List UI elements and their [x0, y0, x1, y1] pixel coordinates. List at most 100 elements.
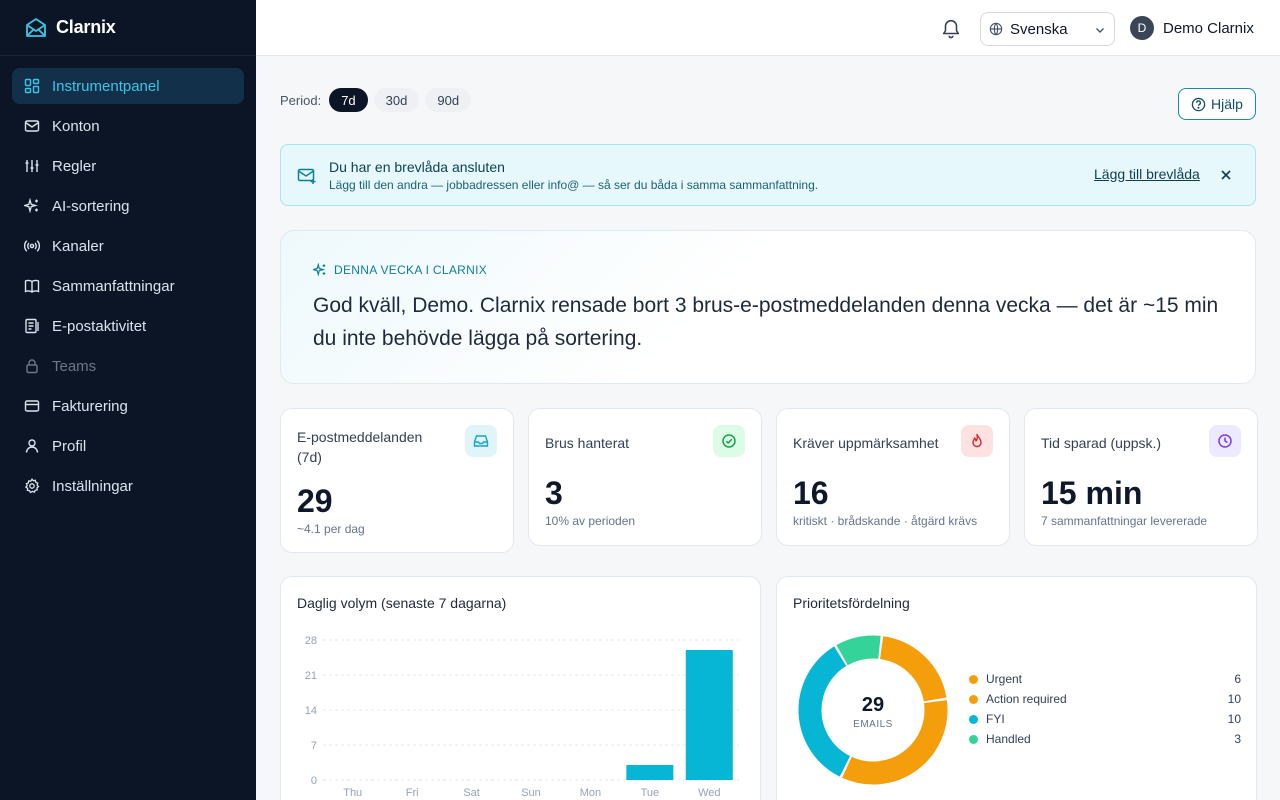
weekly-summary-message: God kväll, Demo. Clarnix rensade bort 3 …: [313, 294, 1219, 350]
sidebar-item-sammanfattningar[interactable]: Sammanfattningar: [12, 268, 244, 304]
y-tick-label: 21: [305, 670, 317, 682]
legend-dot: [969, 734, 978, 744]
credit-card-icon: [24, 398, 40, 414]
sidebar-item-kanaler[interactable]: Kanaler: [12, 228, 244, 264]
sidebar-item-installningar[interactable]: Inställningar: [12, 468, 244, 504]
chevron-down-icon: [1096, 28, 1104, 33]
legend-item-handled: Handled 3: [969, 729, 1241, 749]
sidebar-item-label: Instrumentpanel: [52, 77, 160, 95]
weekly-summary-eyebrow: DENNA VECKA I CLARNIX: [313, 263, 487, 277]
donut-center-value: 29: [862, 694, 884, 716]
topbar: Svenska D Demo Clarnix: [256, 0, 1280, 56]
stat-value: 16: [793, 475, 829, 511]
stat-card-attention: Kräver uppmärksamhet 16 kritiskt · bråds…: [776, 408, 1010, 546]
stat-card-emails: E-postmeddelanden (7d) 29 ~4.1 per dag: [280, 408, 514, 553]
lock-icon: [24, 358, 40, 374]
sidebar-item-label: AI-sortering: [52, 197, 130, 215]
brand[interactable]: Clarnix: [0, 0, 256, 56]
stat-title: E-postmeddelanden (7d): [297, 429, 423, 465]
period-option-7d[interactable]: 7d: [329, 88, 368, 112]
sidebar-item-label: Fakturering: [52, 397, 128, 415]
legend-dot: [969, 694, 978, 704]
legend-label: FYI: [986, 712, 1005, 726]
avatar: D: [1130, 16, 1154, 40]
eyebrow-text: DENNA VECKA I CLARNIX: [334, 263, 488, 277]
banner-text: Lägg till den andra — jobbadressen eller…: [329, 178, 819, 192]
y-tick-label: 0: [311, 775, 317, 787]
donut-center-label: EMAILS: [853, 719, 893, 730]
legend-label: Urgent: [986, 672, 1023, 686]
x-tick-label: Sat: [463, 787, 480, 799]
y-tick-label: 14: [305, 705, 317, 717]
sidebar-item-label: Sammanfattningar: [52, 277, 175, 295]
legend-count: 6: [1234, 672, 1241, 686]
stat-value: 29: [297, 483, 333, 519]
x-tick-label: Fri: [406, 787, 419, 799]
daily-volume-card: Daglig volym (senaste 7 dagarna) 0 7 14 21 2…: [280, 576, 761, 800]
sidebar-item-konton[interactable]: Konton: [12, 108, 244, 144]
stat-card-time-saved: Tid sparad (uppsk.) 15 min 7 sammanfattn…: [1024, 408, 1258, 546]
sidebar-item-label: E-postaktivitet: [52, 317, 147, 335]
stat-title: Tid sparad (uppsk.): [1041, 435, 1162, 451]
legend-item-fyi: FYI 10: [969, 709, 1241, 729]
sparkles-icon: [313, 263, 326, 277]
priority-distribution-card: Prioritetsfördelning 29 EMAILS Urgent 6 Act…: [776, 576, 1257, 800]
donut-slice-action-required[interactable]: [842, 700, 948, 785]
brand-name: Clarnix: [56, 17, 116, 37]
sidebar-item-e-postaktivitet[interactable]: E-postaktivitet: [12, 308, 244, 344]
sidebar-item-fakturering[interactable]: Fakturering: [12, 388, 244, 424]
sidebar-item-label: Profil: [52, 437, 87, 455]
period-label: Period:: [280, 92, 322, 108]
user-name: Demo Clarnix: [1163, 19, 1254, 37]
brand-logo-icon: [26, 17, 46, 37]
x-tick-label: Mon: [580, 787, 601, 799]
period-option-30d[interactable]: 30d: [373, 88, 420, 112]
y-tick-label: 7: [311, 740, 317, 752]
x-tick-label: Wed: [698, 787, 720, 799]
sidebar-nav: Instrumentpanel Konton Regler AI-sorteri…: [0, 56, 256, 520]
donut-slice-urgent[interactable]: [879, 636, 947, 702]
sidebar: Clarnix Instrumentpanel Konton Regler AI…: [0, 0, 256, 800]
banner-title: Du har en brevlåda ansluten: [329, 159, 505, 175]
bar-wed[interactable]: [685, 650, 733, 780]
legend-dot: [969, 714, 978, 724]
sidebar-item-teams: Teams: [12, 348, 244, 384]
activity-icon: [24, 318, 40, 334]
help-circle-icon: [1191, 97, 1206, 111]
user-menu[interactable]: D Demo Clarnix: [1130, 16, 1254, 40]
donut-slice-fyi[interactable]: [798, 646, 851, 777]
language-select[interactable]: Svenska: [980, 12, 1115, 46]
sidebar-item-instrumentpanel[interactable]: Instrumentpanel: [12, 68, 244, 104]
sidebar-item-label: Teams: [52, 357, 97, 375]
dashboard-icon: [24, 78, 40, 94]
stat-sub: ~4.1 per dag: [297, 522, 365, 536]
sidebar-item-ai-sortering[interactable]: AI-sortering: [12, 188, 244, 224]
sidebar-item-label: Inställningar: [52, 477, 133, 495]
bell-icon[interactable]: [940, 17, 962, 39]
clock-icon: [1209, 425, 1241, 457]
broadcast-icon: [24, 238, 40, 254]
sidebar-item-regler[interactable]: Regler: [12, 148, 244, 184]
period-option-90d[interactable]: 90d: [425, 88, 472, 112]
legend-count: 10: [1227, 712, 1241, 726]
legend-count: 10: [1227, 692, 1241, 706]
sparkles-icon: [24, 198, 40, 214]
stat-value: 15 min: [1041, 475, 1143, 511]
mail-icon: [24, 118, 40, 134]
help-label: Hjälp: [1211, 96, 1243, 112]
add-mailbox-link[interactable]: Lägg till brevlåda: [1094, 166, 1200, 182]
donut-slice-handled[interactable]: [836, 635, 881, 666]
close-icon[interactable]: [1219, 168, 1233, 182]
legend-label: Action required: [986, 692, 1067, 706]
x-tick-label: Sun: [521, 787, 541, 799]
period-selector: Period: 7d 30d 90d: [280, 88, 477, 112]
sliders-icon: [24, 158, 40, 174]
sidebar-item-profil[interactable]: Profil: [12, 428, 244, 464]
stat-sub: 7 sammanfattningar levererade: [1041, 514, 1208, 528]
help-button[interactable]: Hjälp: [1178, 88, 1256, 120]
bar-tue[interactable]: [626, 765, 674, 780]
stat-title: Brus hanterat: [545, 435, 630, 451]
stat-value: 3: [545, 475, 563, 511]
stat-card-noise: Brus hanterat 3 10% av perioden: [528, 408, 762, 546]
mail-plus-icon: [297, 168, 316, 184]
